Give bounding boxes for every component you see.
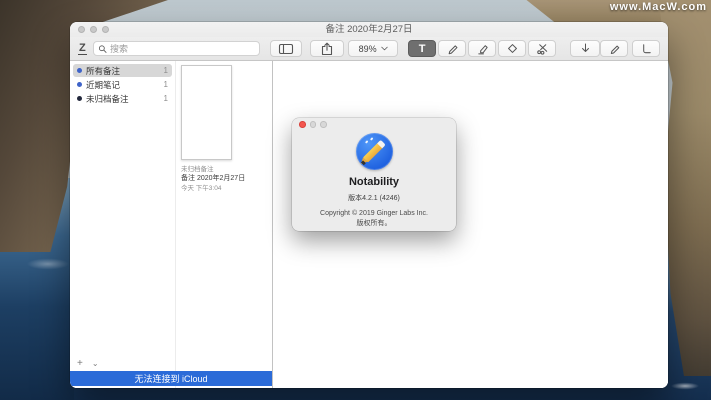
icloud-status-text: 无法连接到 iCloud <box>134 372 207 385</box>
text-tool-button[interactable]: T <box>408 40 436 57</box>
right-tool-group <box>600 40 660 57</box>
library-footer-controls: + ⌄ <box>70 357 272 371</box>
subject-dot-icon <box>77 82 82 87</box>
note-title: 备注 2020年2月27日 <box>181 174 247 184</box>
subject-dot-icon <box>77 96 82 101</box>
window-title: 备注 2020年2月27日 <box>70 22 668 37</box>
add-subject-button[interactable]: + <box>77 359 83 369</box>
pencil-icon <box>608 42 621 55</box>
share-icon <box>320 42 334 56</box>
corner-icon <box>640 42 653 55</box>
subject-label: 所有备注 <box>86 65 120 77</box>
note-card-meta: 未归档备注 备注 2020年2月27日 今天 下午3:04 <box>181 165 247 194</box>
download-arrow-button[interactable] <box>570 40 600 57</box>
library-pane: 所有备注 1 近期笔记 1 未归档备注 1 <box>70 61 273 388</box>
notes-grid: 未归档备注 备注 2020年2月27日 今天 下午3:04 <box>176 61 272 388</box>
window-titlebar: 备注 2020年2月27日 <box>70 22 668 37</box>
subject-count: 1 <box>164 80 168 89</box>
scissors-tool-button[interactable] <box>528 40 556 57</box>
subject-count: 1 <box>164 94 168 103</box>
note-thumbnail[interactable] <box>181 65 232 160</box>
zoom-level-value: 89% <box>359 44 377 54</box>
scissors-icon <box>536 42 549 55</box>
subject-count: 1 <box>164 66 168 75</box>
search-field[interactable] <box>93 41 261 56</box>
z-icon[interactable]: Z <box>78 43 87 55</box>
subjects-list: 所有备注 1 近期笔记 1 未归档备注 1 <box>70 61 176 388</box>
sidebar-toggle-icon <box>278 42 294 56</box>
library-footer: + ⌄ 无法连接到 iCloud <box>70 357 272 386</box>
search-input[interactable] <box>110 44 255 54</box>
chevron-down-icon <box>381 46 388 51</box>
subject-label: 近期笔记 <box>86 79 120 91</box>
copyright-line2: 版权所有。 <box>292 219 456 229</box>
copyright-text: Copyright © 2019 Ginger Labs Inc. 版权所有。 <box>292 209 456 229</box>
sidebar-item-recent-notes[interactable]: 近期笔记 1 <box>73 78 172 91</box>
dialog-zoom-button[interactable] <box>320 121 327 128</box>
tool-group: T <box>408 40 556 57</box>
search-icon <box>98 44 107 54</box>
subject-label: 未归档备注 <box>86 93 129 105</box>
handwriting-zoom-button[interactable] <box>600 40 628 57</box>
subject-dot-icon <box>77 68 82 73</box>
app-version: 版本4.2.1 (4246) <box>292 193 456 203</box>
sidebar-item-all-notes[interactable]: 所有备注 1 <box>73 64 172 77</box>
window-content: 所有备注 1 近期笔记 1 未归档备注 1 <box>70 61 668 388</box>
highlighter-tool-button[interactable] <box>468 40 496 57</box>
icloud-status-bar: 无法连接到 iCloud <box>70 371 272 386</box>
pen-icon <box>446 42 459 55</box>
share-button[interactable] <box>310 40 344 57</box>
text-tool-label: T <box>419 43 426 55</box>
highlighter-icon <box>476 42 489 55</box>
sidebar-item-unfiled-notes[interactable]: 未归档备注 1 <box>73 92 172 105</box>
notability-window: 备注 2020年2月27日 Z 89% T <box>70 22 668 388</box>
pen-tool-button[interactable] <box>438 40 466 57</box>
footer-chevron-icon[interactable]: ⌄ <box>92 360 99 368</box>
copyright-line1: Copyright © 2019 Ginger Labs Inc. <box>292 209 456 219</box>
about-dialog-body: Notability 版本4.2.1 (4246) Copyright © 20… <box>292 133 456 229</box>
watermark-text: www.MacW.com <box>610 1 707 13</box>
note-subject: 未归档备注 <box>181 165 247 174</box>
dialog-minimize-button[interactable] <box>310 121 317 128</box>
zoom-level-dropdown[interactable]: 89% <box>348 40 398 57</box>
note-timestamp: 今天 下午3:04 <box>181 184 247 193</box>
page-corner-button[interactable] <box>632 40 660 57</box>
about-dialog-titlebar <box>292 118 456 131</box>
toolbar: Z 89% T <box>70 37 668 61</box>
dialog-close-button[interactable] <box>299 121 306 128</box>
pencil-logo-icon <box>363 141 385 163</box>
eraser-tool-button[interactable] <box>498 40 526 57</box>
down-arrow-icon <box>579 42 592 55</box>
app-name: Notability <box>292 176 456 188</box>
notability-app-icon <box>356 133 393 170</box>
about-dialog: Notability 版本4.2.1 (4246) Copyright © 20… <box>292 118 456 231</box>
sidebar-toggle-button[interactable] <box>270 40 302 57</box>
diamond-eraser-icon <box>506 42 519 55</box>
desktop: www.MacW.com 备注 2020年2月27日 Z 89% <box>0 0 711 400</box>
